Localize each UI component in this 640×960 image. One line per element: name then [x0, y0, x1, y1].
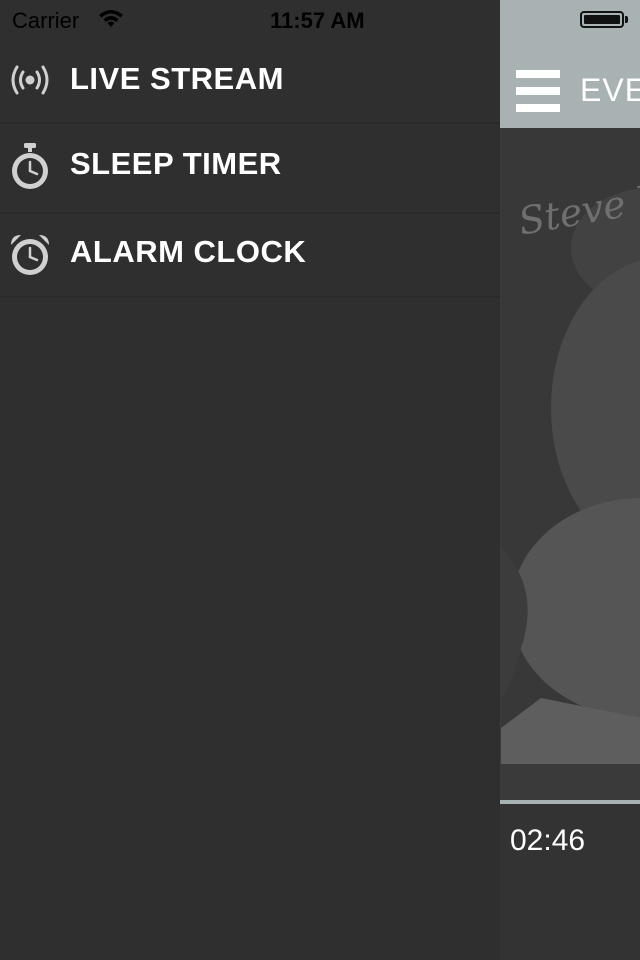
carrier-name: Carrier	[12, 8, 80, 33]
hamburger-menu-icon[interactable]	[516, 70, 560, 112]
menu-item-sleep-timer[interactable]: SLEEP TIMER	[0, 124, 500, 214]
menu-item-label: ALARM CLOCK	[70, 234, 307, 269]
wifi-icon	[99, 10, 123, 27]
battery-level-fill	[584, 15, 620, 24]
menu-item-label: SLEEP TIMER	[70, 146, 282, 181]
broadcast-icon	[11, 65, 49, 95]
alarm-clock-icon	[11, 235, 49, 275]
menu-item-label: LIVE STREAM	[70, 61, 284, 96]
status-bar: Carrier 11:57 AM	[0, 0, 500, 40]
menu-item-alarm-clock[interactable]: ALARM CLOCK	[0, 214, 500, 298]
hamburger-bar	[516, 70, 560, 78]
main-content-panel: EVE Steve W 02:46	[500, 0, 640, 960]
battery-terminal	[625, 16, 628, 23]
side-menu-drawer: Carrier 11:57 AM LIVE STREAM SLEEP TIMER	[0, 0, 500, 960]
status-time: 11:57 AM	[270, 8, 365, 33]
now-playing-title: EVE	[580, 72, 640, 108]
hamburger-bar	[516, 104, 560, 112]
stopwatch-icon	[12, 143, 48, 189]
hamburger-bar	[516, 87, 560, 95]
playback-progress-line	[500, 800, 640, 804]
menu-item-live-stream[interactable]: LIVE STREAM	[0, 40, 500, 124]
album-artwork: Steve W	[500, 128, 640, 764]
battery-icon	[580, 11, 624, 28]
elapsed-time: 02:46	[510, 824, 586, 857]
main-top-bar: EVE	[500, 0, 640, 128]
playback-progress-track[interactable]	[500, 764, 640, 800]
